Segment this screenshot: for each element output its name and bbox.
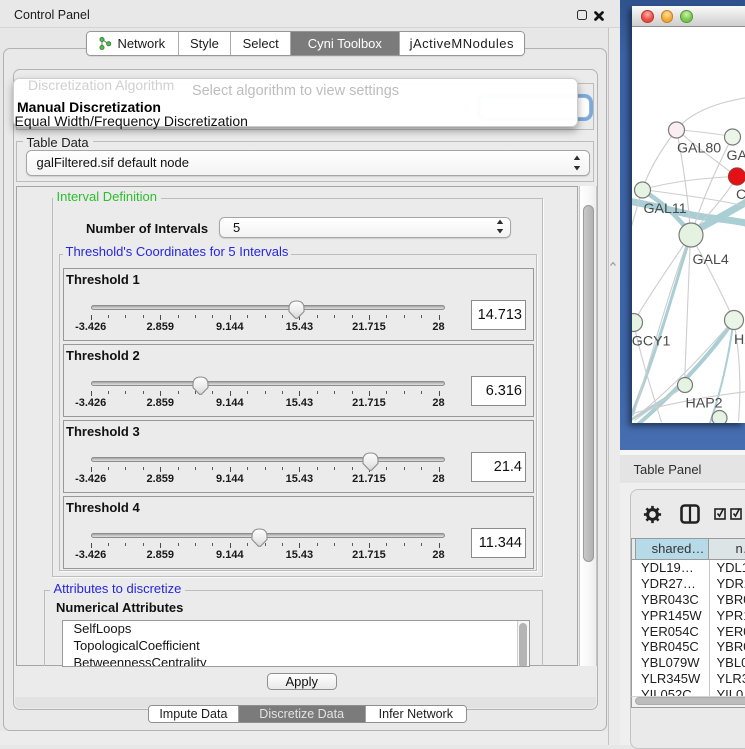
- svg-text:GAL4: GAL4: [692, 252, 728, 268]
- svg-text:HAP2: HAP2: [685, 395, 722, 411]
- svg-text:C: C: [736, 187, 745, 203]
- svg-text:HXT: HXT: [734, 332, 745, 348]
- svg-text:GAL11: GAL11: [643, 201, 686, 217]
- svg-text:GCY1: GCY1: [632, 333, 671, 349]
- svg-text:GAL4: GAL4: [726, 148, 745, 164]
- svg-text:GAL80: GAL80: [677, 140, 721, 156]
